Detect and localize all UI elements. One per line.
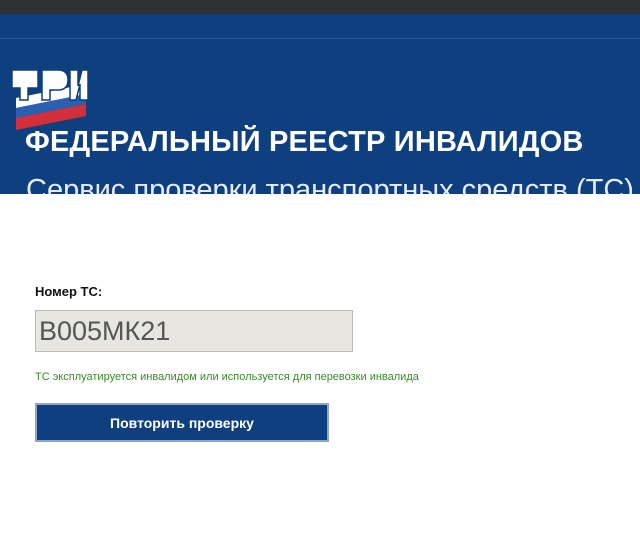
plate-number-input[interactable] — [35, 310, 353, 352]
page-subtitle: Сервис проверки транспортных средств (ТС… — [26, 174, 634, 194]
retry-check-button[interactable]: Повторить проверку — [35, 403, 329, 442]
plate-number-label: Номер ТС: — [35, 284, 103, 299]
header-divider — [0, 38, 640, 39]
check-result-message: ТС эксплуатируется инвалидом или использ… — [35, 371, 419, 383]
site-header: ФЕДЕРАЛЬНЫЙ РЕЕСТР ИНВАЛИДОВ Сервис пров… — [0, 14, 640, 194]
browser-top-bar — [0, 0, 640, 14]
page-title: ФЕДЕРАЛЬНЫЙ РЕЕСТР ИНВАЛИДОВ — [25, 126, 584, 158]
